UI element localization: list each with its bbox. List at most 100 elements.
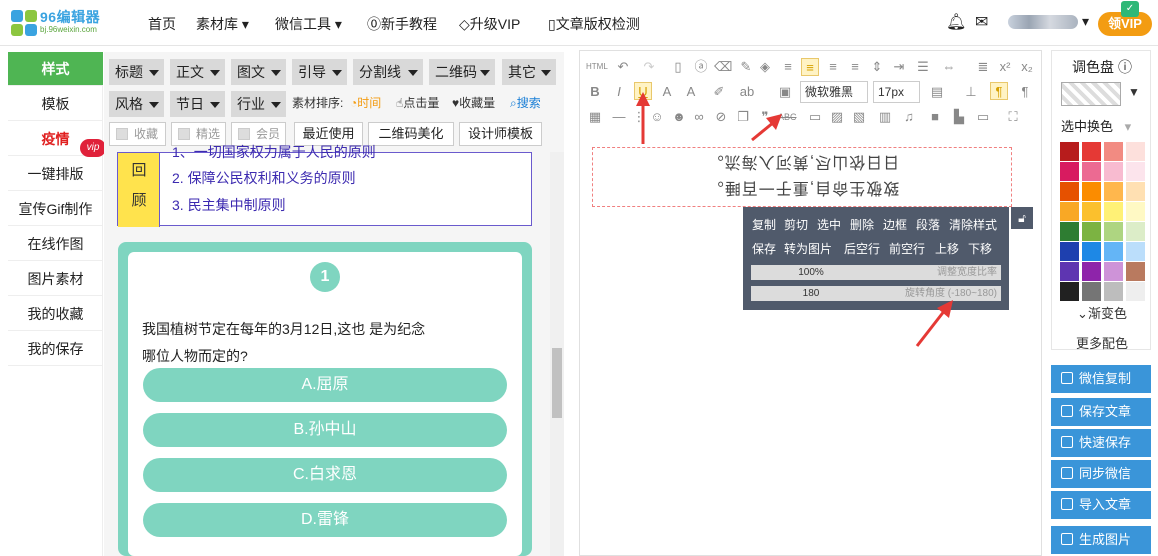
color-swatch[interactable] [1104,142,1123,161]
sort-by-favorites[interactable]: ♥收藏量 [452,94,495,111]
color-swatch[interactable] [1060,202,1079,221]
redo-icon[interactable]: ↷ [640,58,658,76]
user-caret-down-icon[interactable]: ▾ [1082,13,1089,30]
align-right-icon[interactable]: ≡ [824,58,842,76]
float-icon[interactable]: ⊥ [962,83,980,101]
gradient-color-link[interactable]: ⌄渐变色 [1052,303,1152,322]
filter-divider[interactable]: 分割线 [353,59,423,85]
color-swatch[interactable] [1060,282,1079,301]
color-swatch[interactable] [1060,182,1079,201]
color-swatch[interactable] [1126,262,1145,281]
selected-text-block[interactable]: 日日依山尽,黄河入海流。 致敬生命自,重于一百睡。 [592,147,1012,207]
insert-image-icon[interactable]: ▨ [828,108,846,126]
nav-materials[interactable]: 素材库 ▾ [196,14,249,34]
text-direction-icon[interactable]: ≣ [974,58,992,76]
popup-paragraph[interactable]: 段落 [916,216,940,233]
color-swatch[interactable] [1126,142,1145,161]
popup-blank-after[interactable]: 后空行 [844,240,880,257]
sidebar-item-image-assets[interactable]: 图片素材 [8,262,103,296]
color-swatch[interactable] [1126,282,1145,301]
review-style-block[interactable]: 回 顾 1、一切国家权力属于人民的原则 2. 保障公民权利和义务的原则 3. 民… [117,144,532,227]
indent-icon[interactable]: ⇥ [890,58,908,76]
quiz-option[interactable]: A.屈原 [143,368,507,402]
template-icon[interactable]: ▭ [974,108,992,126]
image-icon[interactable]: ▣ [776,83,794,101]
filter-other[interactable]: 其它 [502,59,556,85]
color-swatch[interactable] [1126,242,1145,261]
color-swatch[interactable] [1082,202,1101,221]
popup-save[interactable]: 保存 [752,240,776,257]
font-family-select[interactable]: 微软雅黑 [800,81,868,103]
paragraph-spacing-icon[interactable]: ☰ [914,58,932,76]
color-swatch[interactable] [1104,242,1123,261]
subscript-icon[interactable]: x₂ [1018,58,1036,76]
help-icon[interactable]: ⓘ [1118,59,1132,75]
material-scrollbar[interactable] [550,152,564,556]
popup-border[interactable]: 边框 [883,216,907,233]
color-swatch[interactable] [1104,262,1123,281]
filter-qrcode[interactable]: 二维码 [429,59,495,85]
align-left-icon[interactable]: ≡ [779,58,797,76]
lock-icon[interactable]: 🔓︎ [1011,207,1033,229]
filter-image-text[interactable]: 图文 [231,59,286,85]
align-justify-icon[interactable]: ≡ [846,58,864,76]
color-picker[interactable] [1061,82,1121,106]
color-swatch[interactable] [1060,222,1079,241]
nav-wechat-tools[interactable]: 微信工具 ▾ [275,14,342,34]
line-height-icon[interactable]: ⇕ [868,58,886,76]
color-swatch[interactable] [1060,262,1079,281]
sidebar-item-my-favorites[interactable]: 我的收藏 [8,297,103,331]
popup-clear-style[interactable]: 清除样式 [949,216,997,233]
color-swatch[interactable] [1104,202,1123,221]
sync-wechat-button[interactable]: 同步微信 [1051,460,1151,488]
color-swatch[interactable] [1104,282,1123,301]
color-swatch[interactable] [1060,242,1079,261]
color-swatch[interactable] [1126,202,1145,221]
insert-card-icon[interactable]: ▭ [806,108,824,126]
new-document-icon[interactable]: ▯ [669,58,687,76]
color-swatch[interactable] [1126,162,1145,181]
text-case-icon[interactable]: ab [738,83,756,101]
nav-copyright[interactable]: ▯文章版权检测 [548,14,640,34]
color-swatch[interactable] [1082,262,1101,281]
link-icon[interactable]: ∞ [690,108,708,126]
designer-templates-button[interactable]: 设计师模板 [459,122,542,146]
letter-spacing-icon[interactable]: ⇔ [940,58,958,76]
nav-tutorial[interactable]: ⓪新手教程 [367,14,437,34]
color-swatch[interactable] [1104,182,1123,201]
filter-festival[interactable]: 节日 [170,91,225,117]
color-swatch[interactable] [1104,162,1123,181]
quiz-option[interactable]: B.孙中山 [143,413,507,447]
nav-home[interactable]: 首页 [148,14,176,34]
quick-save-button[interactable]: 快速保存 [1051,429,1151,457]
quiz-option[interactable]: D.雷锋 [143,503,507,537]
shop-icon[interactable]: ▙ [950,108,968,126]
sidebar-item-my-saved[interactable]: 我的保存 [8,332,103,366]
sidebar-item-online-drawing[interactable]: 在线作图 [8,227,103,261]
color-swatch[interactable] [1082,282,1101,301]
save-article-button[interactable]: 保存文章 [1051,398,1151,426]
popup-to-image[interactable]: 转为图片 [784,240,832,257]
superscript-icon[interactable]: x² [996,58,1014,76]
insert-picture-icon[interactable]: ▧ [850,108,868,126]
width-ratio-slider[interactable]: 100% 调整宽度比率 [751,265,1001,280]
color-swatch[interactable] [1082,162,1101,181]
color-swatch[interactable] [1060,162,1079,181]
scrollbar-thumb[interactable] [552,348,562,418]
align-center-icon[interactable]: ≡ [801,58,819,76]
popup-select[interactable]: 选中 [817,216,841,233]
generate-image-button[interactable]: 生成图片 [1051,526,1151,554]
nav-upgrade[interactable]: ◇升级VIP [459,14,520,34]
quiz-option[interactable]: C.白求恩 [143,458,507,492]
search-link[interactable]: ⌕搜索 [510,94,541,111]
qrcode-beautify-button[interactable]: 二维码美化 [368,122,454,146]
color-swatch[interactable] [1082,142,1101,161]
brand-logo[interactable]: 96编辑器 bj.96weixin.com [10,7,105,39]
color-swatch[interactable] [1060,142,1079,161]
sidebar-item-styles[interactable]: 样式 [8,52,103,86]
color-swatch[interactable] [1082,182,1101,201]
filter-body[interactable]: 正文 [170,59,225,85]
filter-industry[interactable]: 行业 [231,91,286,117]
filter-title[interactable]: 标题 [109,59,164,85]
popup-move-up[interactable]: 上移 [935,240,959,257]
